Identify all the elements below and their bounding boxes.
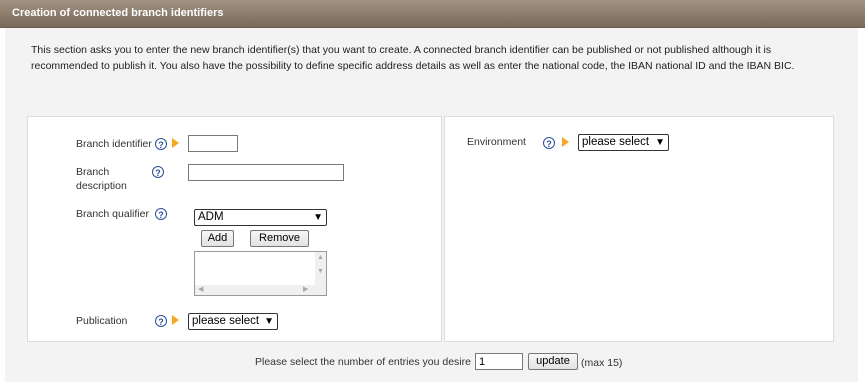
scroll-up-icon[interactable]: ▲	[317, 254, 324, 261]
max-entries-note: (max 15)	[581, 357, 623, 369]
publication-select[interactable]: please select ▼	[188, 313, 278, 330]
required-arrow-icon	[172, 315, 179, 325]
remove-qualifier-button[interactable]: Remove	[250, 230, 309, 247]
branch-qualifier-label: Branch qualifier	[76, 208, 149, 220]
required-arrow-icon	[562, 137, 569, 147]
listbox-horizontal-scrollbar[interactable]: ◀ ▶	[195, 285, 326, 295]
chevron-down-icon: ▼	[264, 316, 274, 327]
branch-description-label-line2: description	[76, 180, 127, 192]
publication-label: Publication	[76, 315, 128, 327]
branch-description-label-line1: Branch	[76, 166, 110, 178]
publication-help-icon[interactable]: ?	[155, 315, 167, 327]
section-header: Creation of connected branch identifiers	[0, 0, 865, 28]
branch-identifier-label: Branch identifier	[76, 138, 152, 150]
intro-line-2: recommended to publish it. You also have…	[31, 60, 795, 72]
branch-qualifier-selected: ADM	[198, 211, 224, 223]
scroll-right-icon[interactable]: ▶	[303, 286, 308, 293]
branch-description-label: Branch description	[76, 165, 127, 193]
branch-identifier-help-icon[interactable]: ?	[155, 138, 167, 150]
branch-description-input[interactable]	[188, 164, 344, 181]
scroll-down-icon[interactable]: ▼	[317, 268, 324, 275]
environment-label: Environment	[467, 136, 526, 148]
branch-qualifier-help-icon[interactable]: ?	[155, 208, 167, 220]
environment-help-icon[interactable]: ?	[543, 137, 555, 149]
branch-identifier-input[interactable]	[188, 135, 238, 152]
intro-line-1: This section asks you to enter the new b…	[31, 44, 772, 56]
chevron-down-icon: ▼	[313, 212, 323, 223]
intro-text: This section asks you to enter the new b…	[31, 42, 831, 74]
section-title: Creation of connected branch identifiers	[12, 7, 224, 19]
qualifier-listbox[interactable]: ▲ ▼ ◀ ▶	[194, 251, 327, 296]
entries-count-input[interactable]	[475, 353, 523, 370]
add-qualifier-button[interactable]: Add	[201, 230, 234, 247]
chevron-down-icon: ▼	[655, 137, 665, 148]
update-button[interactable]: update	[528, 353, 578, 370]
environment-select[interactable]: please select ▼	[578, 134, 669, 151]
publication-selected: please select	[192, 315, 260, 327]
branch-qualifier-select[interactable]: ADM ▼	[194, 209, 327, 226]
scroll-left-icon[interactable]: ◀	[198, 286, 203, 293]
required-arrow-icon	[172, 138, 179, 148]
entries-count-label: Please select the number of entries you …	[255, 356, 471, 368]
environment-selected: please select	[582, 136, 650, 148]
branch-description-help-icon[interactable]: ?	[152, 166, 164, 178]
listbox-vertical-scrollbar[interactable]: ▲ ▼	[315, 252, 326, 285]
